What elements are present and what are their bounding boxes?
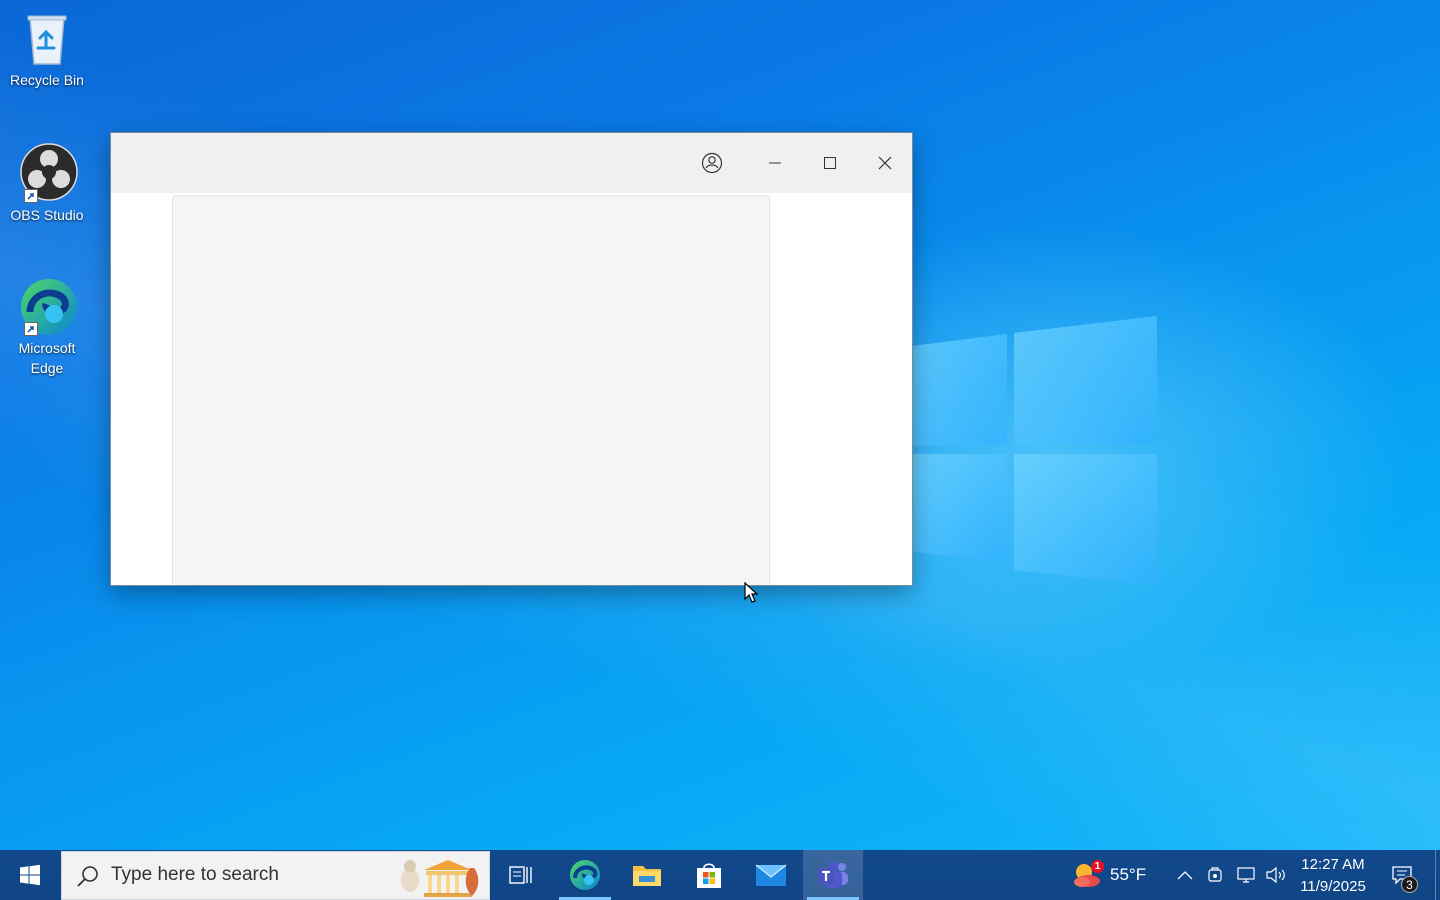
task-view-button[interactable] bbox=[491, 850, 551, 900]
content-panel bbox=[172, 195, 770, 585]
shortcut-arrow-icon bbox=[24, 322, 38, 336]
window-titlebar[interactable] bbox=[111, 133, 912, 193]
notification-count-badge: 3 bbox=[1401, 876, 1418, 893]
search-icon bbox=[77, 866, 98, 887]
minimize-button[interactable] bbox=[748, 133, 802, 193]
desktop-background: Recycle Bin OBS Studio Microsoft Edge bbox=[0, 0, 1440, 850]
clock-date: 11/9/2025 bbox=[1300, 878, 1366, 895]
taskbar-teams-button[interactable] bbox=[803, 850, 863, 900]
teams-icon bbox=[818, 861, 848, 888]
account-button[interactable] bbox=[685, 133, 739, 193]
edge-icon bbox=[570, 860, 600, 890]
taskbar-clock[interactable]: 12:27 AM 11/9/2025 bbox=[1296, 854, 1370, 898]
desktop-icon-obs-studio[interactable]: OBS Studio bbox=[4, 143, 90, 225]
account-icon bbox=[701, 152, 723, 174]
desktop-icon-recycle-bin[interactable]: Recycle Bin bbox=[4, 8, 90, 90]
weather-widget[interactable]: 1 55°F bbox=[1066, 850, 1156, 900]
task-view-icon bbox=[509, 866, 532, 884]
show-desktop-button[interactable] bbox=[1435, 850, 1436, 900]
weather-temperature: 55°F bbox=[1110, 865, 1147, 884]
mouse-cursor-icon bbox=[744, 582, 759, 603]
taskbar-search-box[interactable]: Type here to search bbox=[61, 851, 490, 900]
search-placeholder: Type here to search bbox=[111, 864, 279, 885]
volume-icon bbox=[1266, 866, 1285, 884]
network-icon bbox=[1237, 867, 1255, 883]
taskbar-mail-button[interactable] bbox=[741, 850, 801, 900]
clock-time: 12:27 AM bbox=[1301, 856, 1365, 873]
meet-now-icon bbox=[1208, 867, 1222, 882]
shortcut-arrow-icon bbox=[24, 189, 38, 203]
minimize-icon bbox=[769, 162, 781, 164]
close-button[interactable] bbox=[858, 133, 912, 193]
close-icon bbox=[878, 156, 892, 170]
action-center-button[interactable] bbox=[1382, 850, 1422, 900]
network-button[interactable] bbox=[1232, 850, 1260, 900]
taskbar-file-explorer-button[interactable] bbox=[617, 850, 677, 900]
taskbar-edge-button[interactable] bbox=[555, 850, 615, 900]
recycle-bin-icon bbox=[27, 15, 67, 65]
chevron-up-icon bbox=[1177, 871, 1193, 880]
meet-now-button[interactable] bbox=[1203, 850, 1229, 900]
volume-button[interactable] bbox=[1262, 850, 1290, 900]
windows-logo-wallpaper bbox=[912, 316, 1157, 586]
weather-alert-badge: 1 bbox=[1091, 860, 1104, 873]
start-button[interactable] bbox=[0, 850, 60, 900]
mail-icon bbox=[755, 864, 787, 886]
app-window[interactable] bbox=[111, 133, 912, 585]
maximize-button[interactable] bbox=[803, 133, 857, 193]
desktop-icon-microsoft-edge[interactable]: Microsoft Edge bbox=[4, 276, 90, 378]
windows-start-icon bbox=[20, 864, 40, 886]
search-highlight-museum-icon bbox=[401, 860, 479, 897]
file-explorer-icon bbox=[633, 866, 661, 886]
show-hidden-icons-button[interactable] bbox=[1172, 850, 1198, 900]
maximize-icon bbox=[824, 157, 836, 169]
taskbar-microsoft-store-button[interactable] bbox=[679, 850, 739, 900]
taskbar: Type here to search 1 55°F 12:27 AM 11/9… bbox=[0, 850, 1440, 900]
microsoft-store-icon bbox=[697, 863, 721, 888]
